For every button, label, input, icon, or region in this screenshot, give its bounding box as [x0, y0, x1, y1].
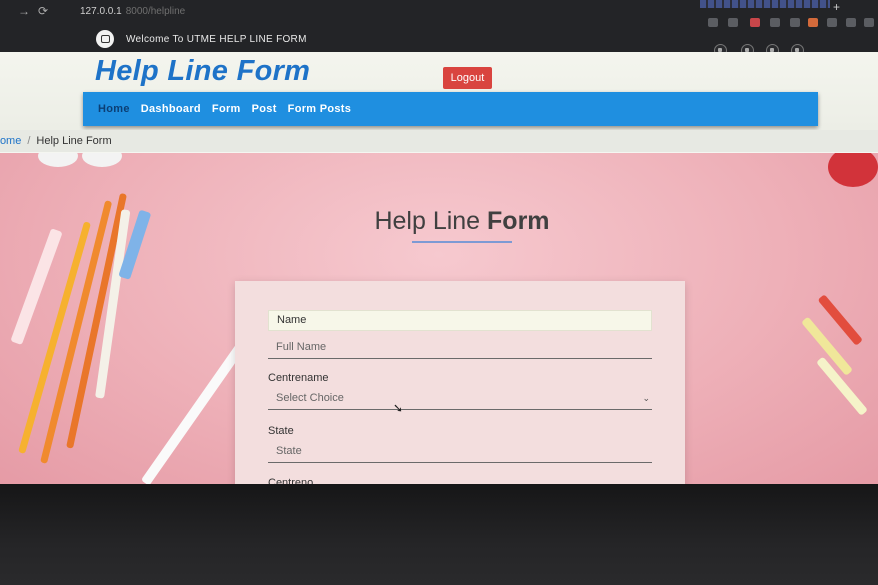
hero-title: Help Line Form [0, 207, 878, 236]
mouse-cursor-icon: ➘ [393, 401, 404, 415]
title-underline [412, 241, 512, 243]
name-field-wrap: Full Name [268, 335, 652, 359]
welcome-bar: Welcome To UTME HELP LINE FORM [96, 28, 307, 50]
breadcrumb-separator: / [27, 135, 31, 147]
chevron-down-icon: ⌄ [642, 393, 650, 403]
address-bar[interactable]: 127.0.0.1 8000/helpline [70, 3, 640, 21]
extension-icon[interactable] [708, 18, 718, 27]
full-name-input[interactable]: Full Name [268, 335, 652, 359]
extension-orange-icon[interactable] [808, 18, 818, 27]
breadcrumb: Home / Help Line Form [0, 130, 878, 152]
state-input[interactable]: State [268, 439, 652, 463]
hero-title-bold: Form [487, 207, 550, 235]
breadcrumb-current: Help Line Form [36, 135, 112, 147]
laptop-bezel [0, 484, 878, 585]
extension-icon[interactable] [790, 18, 800, 27]
sidebar-icon[interactable] [846, 18, 856, 27]
puzzle-icon[interactable] [827, 18, 837, 27]
browser-chrome: → ⟳ 127.0.0.1 8000/helpline + Welcome To … [0, 0, 878, 57]
star-icon[interactable] [728, 18, 738, 27]
welcome-text: Welcome To UTME HELP LINE FORM [126, 33, 307, 45]
menu-icon[interactable] [864, 18, 874, 27]
centrename-select[interactable]: Select Choice ⌄ ➘ [268, 386, 652, 415]
url-host: 127.0.0.1 [80, 6, 122, 17]
forward-icon[interactable]: → [18, 4, 30, 18]
tab-strip[interactable] [700, 0, 830, 8]
state-field-wrap: State State [268, 425, 652, 463]
eraser-decoration [38, 153, 78, 167]
page: Help Line Form Logout Home Dashboard For… [0, 52, 878, 492]
extension-icon[interactable] [770, 18, 780, 27]
reload-icon[interactable]: ⟳ [38, 4, 48, 18]
hero-title-light: Help Line [374, 207, 488, 235]
centrename-label: Centrename [268, 372, 329, 384]
centrename-field-wrap: Centrename Select Choice ⌄ ➘ [268, 372, 652, 415]
extension-red-icon[interactable] [750, 18, 760, 27]
new-tab-icon[interactable]: + [833, 0, 840, 14]
site-header: Help Line Form Logout Home Dashboard For… [0, 52, 878, 130]
nav-form[interactable]: Form [212, 103, 241, 115]
url-path: 8000/helpline [125, 6, 186, 17]
main-nav: Home Dashboard Form Post Form Posts [83, 92, 818, 126]
name-label: Name [268, 310, 652, 331]
nav-post[interactable]: Post [252, 103, 277, 115]
eraser-decoration [82, 153, 122, 167]
nav-dashboard[interactable]: Dashboard [141, 103, 201, 115]
breadcrumb-home[interactable]: Home [0, 135, 21, 147]
nav-home[interactable]: Home [98, 103, 130, 115]
nav-form-posts[interactable]: Form Posts [288, 103, 352, 115]
site-brand[interactable]: Help Line Form [95, 55, 310, 88]
site-logo-icon [96, 30, 114, 48]
centrename-selected: Select Choice [276, 392, 344, 404]
state-label: State [268, 425, 294, 437]
helpline-form: Name Full Name Centrename Select Choice … [235, 281, 685, 492]
logout-button[interactable]: Logout [443, 67, 492, 89]
hero-section: Help Line Form Name Full Name Centrename… [0, 153, 878, 492]
ball-decoration [828, 153, 878, 187]
